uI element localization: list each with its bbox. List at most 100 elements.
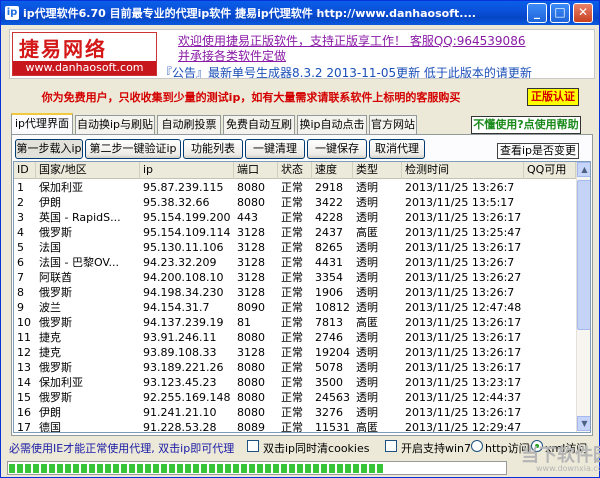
table-row[interactable]: 7 阿联酋 94.200.108.10 3128 正常 3354 透明 2013/11/25 … <box>14 270 576 285</box>
tab-free-mutual[interactable]: 免费自动互刷 <box>223 115 295 135</box>
progress-segment <box>321 464 327 473</box>
col-check-time-cell: 2013/11/25 13:26:17 <box>405 346 522 359</box>
progress-segment <box>329 464 335 473</box>
save-button[interactable]: 一键保存 <box>307 139 367 159</box>
title-bar[interactable]: ip ip代理软件6.70 目前最专业的代理ip软件 捷易ip代理软件 http… <box>1 1 599 25</box>
announcement-link[interactable]: 『公告』最新单号生成器8.3.2 2013-11-05更新 低于此版本的请更新 <box>160 64 532 78</box>
scroll-down-icon[interactable]: ▼ <box>577 416 590 431</box>
col-check-time-header[interactable]: 检测时间 <box>402 162 524 179</box>
col-id-header[interactable]: ID <box>14 162 36 179</box>
col-port-header[interactable]: 端口 <box>234 162 278 179</box>
col-qq-cell <box>524 255 576 270</box>
table-row[interactable]: 6 法国 - 巴黎OV... 94.23.32.209 3128 正常 4431 透明 201… <box>14 255 576 270</box>
col-type-cell: 透明 <box>356 256 378 269</box>
col-speed-cell: 3500 <box>315 376 343 389</box>
col-country-cell: 俄罗斯 <box>39 391 72 404</box>
table-row[interactable]: 12 捷克 93.89.108.33 3128 正常 19204 透明 2013/11/25 … <box>14 345 576 360</box>
load-ip-button[interactable]: 第一步载入ip <box>15 139 83 159</box>
col-country-cell: 俄罗斯 <box>39 226 72 239</box>
col-type-cell: 透明 <box>356 376 378 389</box>
tab-auto-vote[interactable]: 自动刷投票 <box>157 115 221 135</box>
col-port-cell: 3128 <box>237 271 265 284</box>
col-status-cell: 正常 <box>281 226 303 239</box>
col-ip-cell: 94.200.108.10 <box>143 271 224 284</box>
table-row[interactable]: 11 捷克 93.91.246.11 8080 正常 2746 透明 2013/11/25 1… <box>14 330 576 345</box>
table-row[interactable]: 9 波兰 94.154.31.7 8090 正常 10812 透明 2013/11/25 12… <box>14 300 576 315</box>
col-type-cell: 透明 <box>356 181 378 194</box>
table-row[interactable]: 16 伊朗 91.241.21.10 8080 正常 3276 透明 2013/11/25 1… <box>14 405 576 420</box>
col-qq-cell <box>524 270 576 285</box>
table-row[interactable]: 17 德国 91.228.53.28 8089 正常 11531 高匿 2013/11/25 … <box>14 420 576 433</box>
progress-segment <box>145 464 151 473</box>
table-row[interactable]: 2 伊朗 95.38.32.66 8080 正常 3422 透明 2013/11/25 13:… <box>14 195 576 210</box>
col-port-cell: 81 <box>237 316 251 329</box>
col-ip-cell: 91.228.53.28 <box>143 421 217 433</box>
col-speed-cell: 24563 <box>315 391 350 404</box>
clear-cookies-checkbox[interactable] <box>247 440 259 452</box>
col-country-cell: 保加利亚 <box>39 181 83 194</box>
help-button[interactable]: 不懂使用?点使用帮助 <box>471 116 581 134</box>
col-status-cell: 正常 <box>281 421 303 433</box>
col-type-header[interactable]: 类型 <box>353 162 402 179</box>
col-ip-cell: 95.130.11.106 <box>143 241 224 254</box>
col-port-cell: 8090 <box>237 301 265 314</box>
cancel-proxy-button[interactable]: 取消代理 <box>369 139 425 159</box>
close-button[interactable]: ✕ <box>573 3 593 23</box>
col-country-header[interactable]: 国家/地区 <box>36 162 140 179</box>
scroll-thumb[interactable] <box>577 180 590 330</box>
brand-logo[interactable]: 捷易网络 www.danhaosoft.com <box>12 32 157 76</box>
proxy-table: ID 国家/地区 ip 端口 状态 速度 类型 检测时间 QQ可用 1 保加利亚 95.87.239… <box>13 161 591 433</box>
table-row[interactable]: 15 俄罗斯 92.255.169.148 8080 正常 24563 透明 2013/11/… <box>14 390 576 405</box>
progress-segment <box>289 464 295 473</box>
tab-ip-proxy[interactable]: ip代理界面 <box>11 113 73 136</box>
col-qq-cell <box>524 195 576 210</box>
col-type-cell: 透明 <box>356 361 378 374</box>
progress-segment <box>345 464 351 473</box>
progress-segment <box>25 464 31 473</box>
col-qq-cell <box>524 345 576 360</box>
verify-ip-button[interactable]: 第二步一键验证ip <box>85 139 181 159</box>
minimize-button[interactable]: _ <box>527 3 547 23</box>
table-row[interactable]: 4 俄罗斯 95.154.109.114 3128 正常 2437 高匿 2013/11/25… <box>14 225 576 240</box>
http-access-radio[interactable] <box>471 440 483 452</box>
win7-support-checkbox[interactable] <box>385 440 397 452</box>
progress-segment <box>121 464 127 473</box>
view-ip-change-link[interactable]: 查看ip是否变更 <box>497 143 579 159</box>
feature-list-button[interactable]: 功能列表 <box>183 139 243 159</box>
scroll-up-icon[interactable]: ▲ <box>577 162 590 177</box>
vertical-scrollbar[interactable]: ▲ ▼ <box>576 162 590 432</box>
table-row[interactable]: 3 英国 - RapidS... 95.154.199.200 443 正常 4228 透明… <box>14 210 576 225</box>
table-row[interactable]: 13 俄罗斯 93.189.221.26 8080 正常 5078 透明 2013/11/25… <box>14 360 576 375</box>
col-port-cell: 8080 <box>237 181 265 194</box>
tab-auto-switch-ip[interactable]: 自动换ip与刷贴 <box>75 115 155 135</box>
progress-segment <box>129 464 135 473</box>
col-ip-cell: 91.241.21.10 <box>143 406 217 419</box>
progress-segment <box>281 464 287 473</box>
progress-area <box>1 459 599 477</box>
table-row[interactable]: 14 保加利亚 93.123.45.23 8080 正常 3500 透明 2013/11/25… <box>14 375 576 390</box>
col-ip-header[interactable]: ip <box>140 162 234 179</box>
progress-segment <box>337 464 343 473</box>
table-row[interactable]: 10 俄罗斯 94.137.239.19 81 正常 7813 高匿 2013/11/25 1… <box>14 315 576 330</box>
table-row[interactable]: 1 保加利亚 95.87.239.115 8080 正常 2918 透明 2013/11/25… <box>14 180 576 195</box>
maximize-button[interactable]: □ <box>550 3 570 23</box>
col-port-cell: 3128 <box>237 241 265 254</box>
auth-button[interactable]: 正版认证 <box>527 88 579 106</box>
col-speed-header[interactable]: 速度 <box>312 162 353 179</box>
custom-dev-link[interactable]: 并承接各类软件定做 <box>178 47 286 64</box>
tab-official-site[interactable]: 官方网站 <box>369 115 417 135</box>
tab-ip-auto-click[interactable]: 换ip自动点击 <box>297 115 367 135</box>
table-row[interactable]: 5 法国 95.130.11.106 3128 正常 8265 透明 2013/11/25 1… <box>14 240 576 255</box>
col-status-header[interactable]: 状态 <box>278 162 312 179</box>
col-status-cell: 正常 <box>281 346 303 359</box>
col-qq-cell <box>524 315 576 330</box>
col-type-cell: 高匿 <box>356 316 378 329</box>
col-status-cell: 正常 <box>281 406 303 419</box>
progress-segment <box>169 464 175 473</box>
clear-button[interactable]: 一键清理 <box>245 139 305 159</box>
col-check-time-cell: 2013/11/25 13:26:17 <box>405 241 522 254</box>
col-qq-header[interactable]: QQ可用 <box>524 162 576 179</box>
progress-segment <box>153 464 159 473</box>
col-id-cell: 15 <box>17 391 31 404</box>
table-row[interactable]: 8 俄罗斯 94.198.34.230 3128 正常 1906 透明 2013/11/25 … <box>14 285 576 300</box>
